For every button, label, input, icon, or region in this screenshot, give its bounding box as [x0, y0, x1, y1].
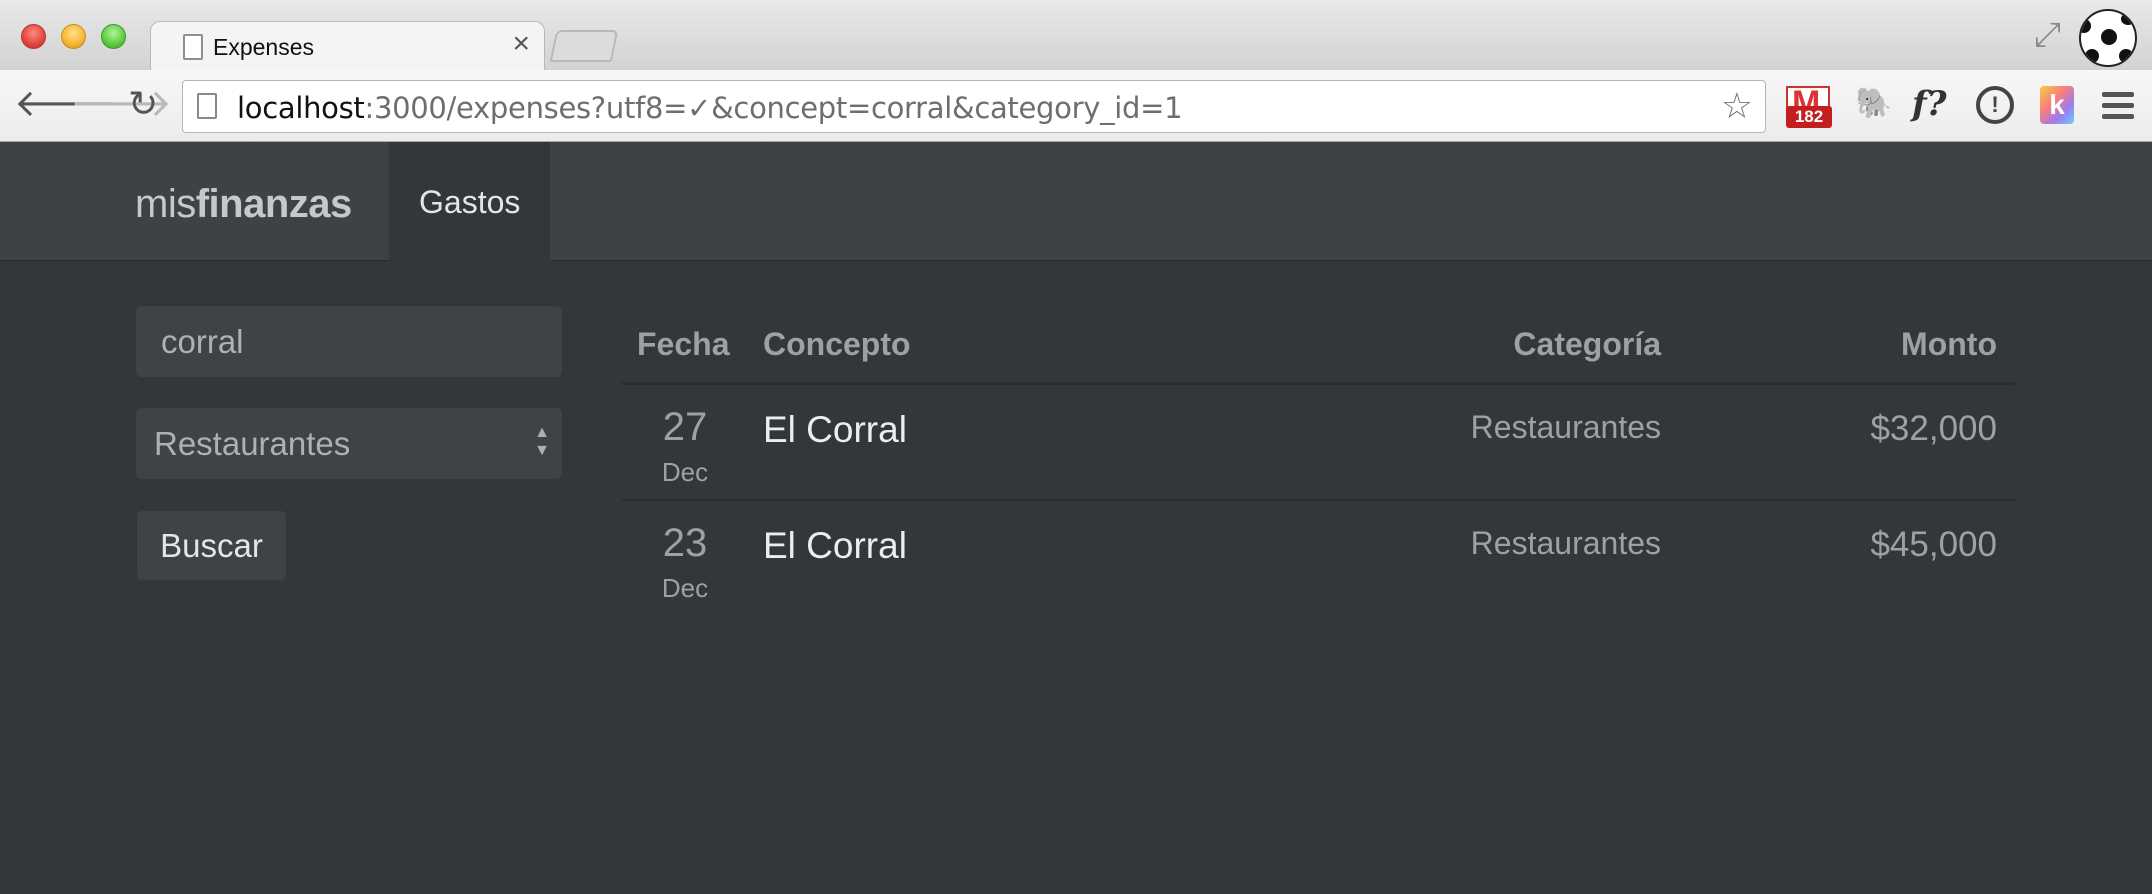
tab-close-icon[interactable]: × [512, 29, 530, 59]
fquery-icon[interactable]: f? [1912, 84, 1947, 124]
row-category: Restaurantes [1470, 409, 1661, 445]
concept-search-input[interactable] [136, 306, 562, 377]
row-day: 23 [662, 521, 708, 565]
row-month: Dec [661, 457, 709, 487]
table-row[interactable]: 27 Dec El Corral Restaurantes $32,000 [622, 385, 2015, 501]
window-minimize-button[interactable] [61, 24, 86, 49]
row-amount: $45,000 [1870, 525, 1997, 564]
reload-icon[interactable]: ↻ [128, 84, 158, 124]
row-concept: El Corral [763, 409, 907, 450]
url-path: :3000/expenses?utf8=✓&concept=corral&cat… [364, 91, 1183, 125]
profile-avatar[interactable] [2079, 9, 2137, 67]
column-header-monto[interactable]: Monto [1901, 326, 1997, 363]
nav-item-gastos[interactable]: Gastos [389, 142, 550, 261]
app-navbar: misfinanzas Gastos [0, 142, 2152, 261]
table-row[interactable]: 23 Dec El Corral Restaurantes $45,000 [622, 501, 2015, 617]
category-select[interactable]: Restaurantes ▲ ▼ [136, 408, 562, 479]
nav-item-label: Gastos [419, 184, 521, 220]
row-category: Restaurantes [1470, 525, 1661, 561]
window-maximize-button[interactable] [101, 24, 126, 49]
brand-light: mis [135, 182, 196, 226]
onepassword-icon[interactable]: ! [1976, 86, 2014, 124]
category-select-value: Restaurantes [154, 425, 351, 462]
column-header-fecha[interactable]: Fecha [637, 326, 729, 363]
klout-icon[interactable]: k [2040, 86, 2074, 124]
page-icon [197, 93, 217, 119]
search-button[interactable]: Buscar [137, 511, 286, 580]
evernote-icon[interactable]: 🐘 [1855, 86, 1892, 126]
row-concept: El Corral [763, 525, 907, 566]
page-icon [183, 34, 203, 60]
new-tab-button[interactable] [549, 30, 619, 62]
window-close-button[interactable] [21, 24, 46, 49]
row-month: Dec [661, 573, 709, 603]
gmail-unread-badge: 182 [1786, 106, 1832, 128]
row-amount: $32,000 [1870, 409, 1997, 448]
brand-logo[interactable]: misfinanzas [135, 182, 352, 227]
gmail-icon[interactable]: 182 [1786, 84, 1832, 128]
browser-titlebar: Expenses × ⤢ [0, 0, 2152, 73]
column-header-categoria[interactable]: Categoría [1513, 326, 1661, 363]
column-header-concepto[interactable]: Concepto [763, 326, 911, 363]
fullscreen-icon[interactable]: ⤢ [2034, 18, 2061, 52]
menu-icon[interactable] [2102, 92, 2134, 132]
url-host: localhost [237, 91, 365, 125]
address-bar[interactable]: localhost:3000/expenses?utf8=✓&concept=c… [182, 80, 1766, 133]
tab-title: Expenses [213, 34, 315, 60]
browser-tab-expenses[interactable]: Expenses × [150, 21, 545, 73]
select-arrows-icon: ▲ ▼ [534, 424, 550, 459]
url-text[interactable]: localhost:3000/expenses?utf8=✓&concept=c… [237, 91, 1183, 125]
brand-bold: finanzas [195, 182, 353, 226]
bookmark-star-icon[interactable]: ☆ [1721, 87, 1753, 125]
row-day: 27 [662, 405, 708, 449]
browser-toolbar: 🡐 🡒 ↻ localhost:3000/expenses?utf8=✓&con… [0, 70, 2152, 142]
